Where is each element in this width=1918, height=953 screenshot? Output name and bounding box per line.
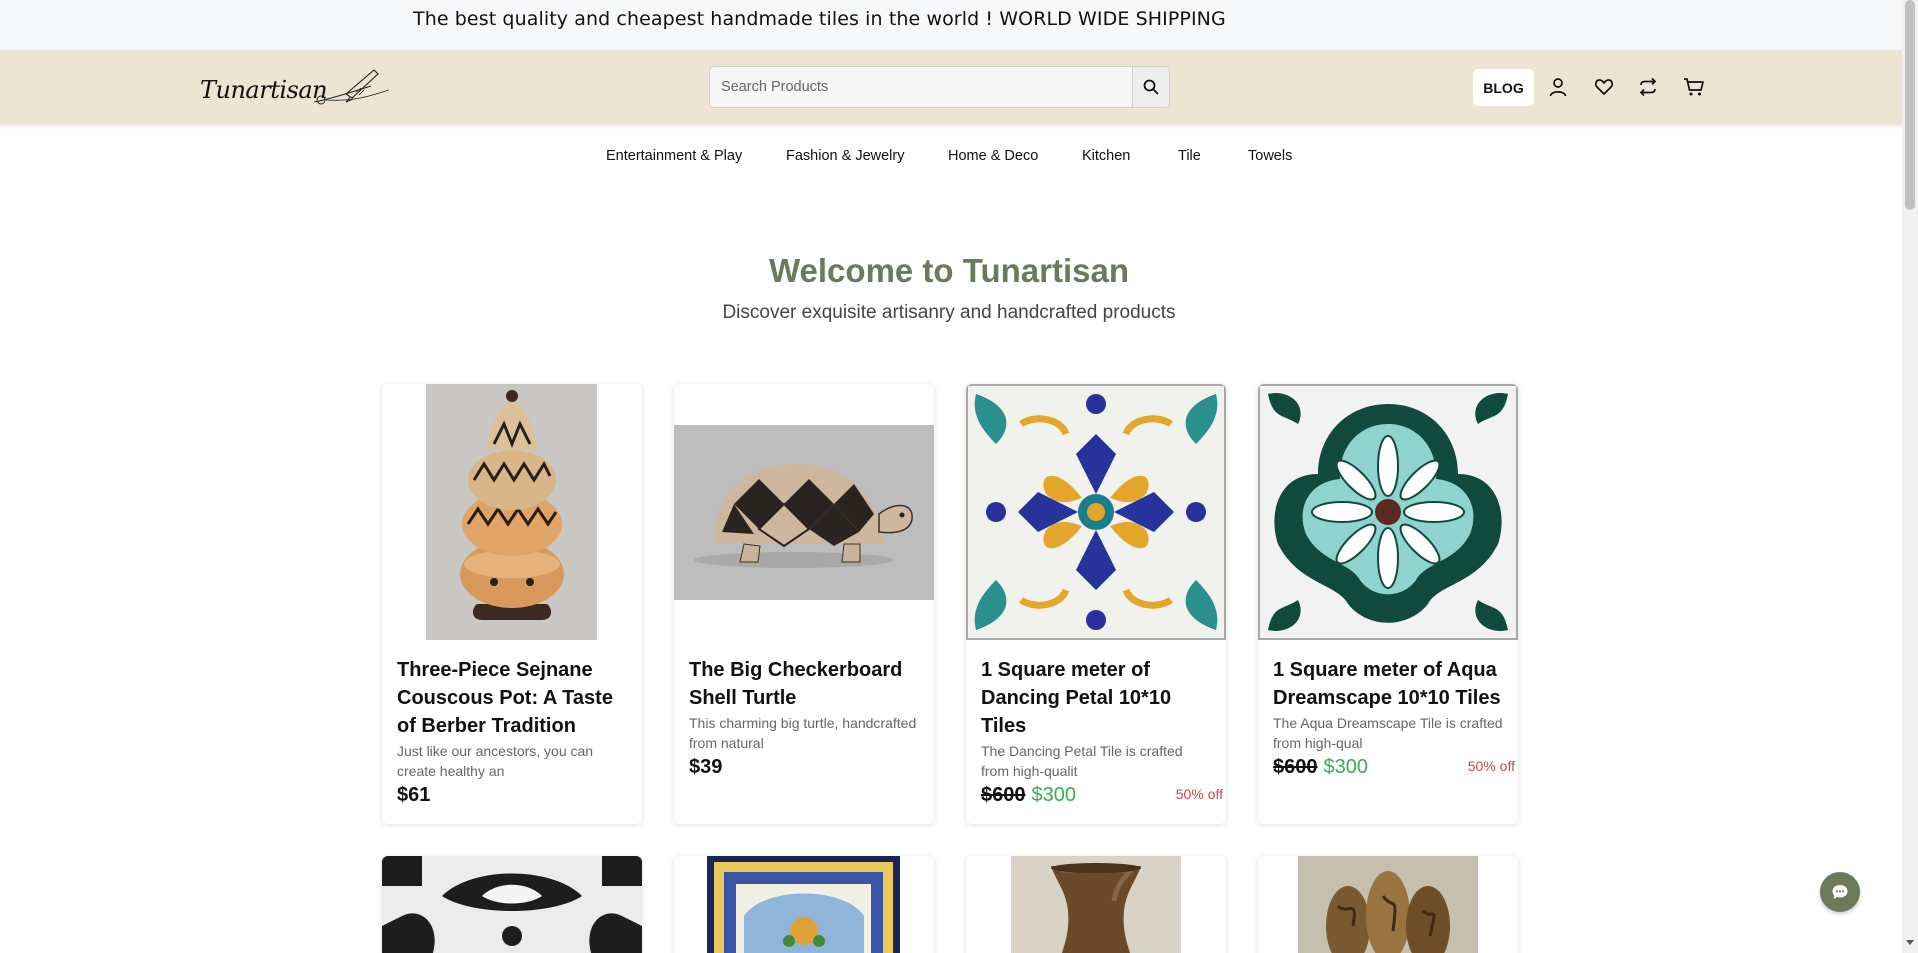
discount-badge: 50% off [1175,786,1223,802]
dancing-petal-tile-image [966,384,1226,640]
turtle-image [674,384,934,640]
product-title[interactable]: Three-Piece Sejnane Couscous Pot: A Tast… [397,656,629,740]
product-card[interactable] [1258,856,1518,953]
price-row: $600 $300 50% off [1273,756,1515,786]
product-image[interactable] [1258,384,1518,640]
scrollbar-thumb[interactable] [1905,0,1915,210]
product-card[interactable]: 1 Square meter of Dancing Petal 10*10 Ti… [966,384,1226,824]
product-info: Three-Piece Sejnane Couscous Pot: A Tast… [397,656,629,814]
search-button[interactable] [1132,67,1169,107]
site-header: Tunartisan BLOG [0,50,1902,125]
page: { "announcement": { "text": "The best qu… [0,0,1918,953]
sale-price: $300 [1031,784,1077,806]
product-image[interactable] [382,384,642,640]
category-nav: Entertainment & Play Fashion & Jewelry H… [0,148,1902,168]
couscous-pot-image [382,384,642,640]
discount-badge: 50% off [1467,758,1515,774]
olive-wood-spoons-image [1258,856,1518,953]
page-scrollbar[interactable] [1902,0,1918,953]
price-row: $61 [397,784,629,814]
category-towels[interactable]: Towels [1248,148,1292,164]
account-button[interactable] [1546,75,1570,99]
scroll-down-arrow-icon[interactable] [1906,940,1914,945]
product-description: The Aqua Dreamscape Tile is crafted from… [1273,715,1503,751]
black-white-tile-image [382,856,642,953]
product-info: The Big Checkerboard Shell Turtle This c… [689,656,921,786]
product-info: 1 Square meter of Dancing Petal 10*10 Ti… [981,656,1223,814]
product-price: $39 [689,756,723,778]
search-input[interactable] [710,67,1133,107]
blog-button[interactable]: BLOG [1473,69,1534,106]
product-card[interactable] [966,856,1226,953]
product-title[interactable]: The Big Checkerboard Shell Turtle [689,656,921,712]
wooden-vase-image [966,856,1226,953]
category-entertainment[interactable]: Entertainment & Play [606,148,742,164]
product-description: This charming big turtle, handcrafted fr… [689,715,917,751]
sale-price: $300 [1323,756,1369,778]
page-title: Welcome to Tunartisan [768,252,1129,289]
product-card[interactable]: The Big Checkerboard Shell Turtle This c… [674,384,934,824]
original-price: $600 [981,784,1026,806]
product-card[interactable] [674,856,934,953]
mosaic-tile-panel-image [674,856,934,953]
site-logo[interactable]: Tunartisan [196,64,391,110]
product-image[interactable] [674,384,934,640]
product-card[interactable]: 1 Square meter of Aqua Dreamscape 10*10 … [1258,384,1518,824]
product-description: Just like our ancestors, you can create … [397,743,594,779]
price-row: $39 [689,756,921,786]
chat-icon [1832,885,1848,899]
compare-icon [1639,77,1657,97]
product-info: 1 Square meter of Aqua Dreamscape 10*10 … [1273,656,1515,786]
wishlist-button[interactable] [1592,75,1616,99]
product-card[interactable] [382,856,642,953]
product-image[interactable] [966,384,1226,640]
aqua-dreamscape-tile-image [1258,384,1518,640]
announcement-bar: The best quality and cheapest handmade t… [0,0,1902,50]
chat-button[interactable] [1820,872,1860,912]
original-price: $600 [1273,756,1318,778]
announcement-text: The best quality and cheapest handmade t… [413,8,1226,30]
page-subtitle: Discover exquisite artisanry and handcra… [722,302,1176,323]
category-tile[interactable]: Tile [1178,148,1201,164]
category-home-deco[interactable]: Home & Deco [948,148,1038,164]
user-icon [1549,78,1567,97]
product-price: $61 [397,784,431,806]
heart-icon [1594,79,1614,95]
compare-button[interactable] [1636,75,1660,99]
product-description: The Dancing Petal Tile is crafted from h… [981,743,1183,779]
category-kitchen[interactable]: Kitchen [1082,148,1130,164]
product-title[interactable]: 1 Square meter of Aqua Dreamscape 10*10 … [1273,656,1505,712]
search-icon [1143,79,1159,95]
cart-icon [1684,78,1704,96]
logo-text: Tunartisan [200,76,328,104]
product-title[interactable]: 1 Square meter of Dancing Petal 10*10 Ti… [981,656,1213,740]
search-box [709,66,1170,108]
category-fashion[interactable]: Fashion & Jewelry [786,148,904,164]
price-row: $600 $300 50% off [981,784,1223,814]
cart-button[interactable] [1682,75,1706,99]
product-card[interactable]: Three-Piece Sejnane Couscous Pot: A Tast… [382,384,642,824]
